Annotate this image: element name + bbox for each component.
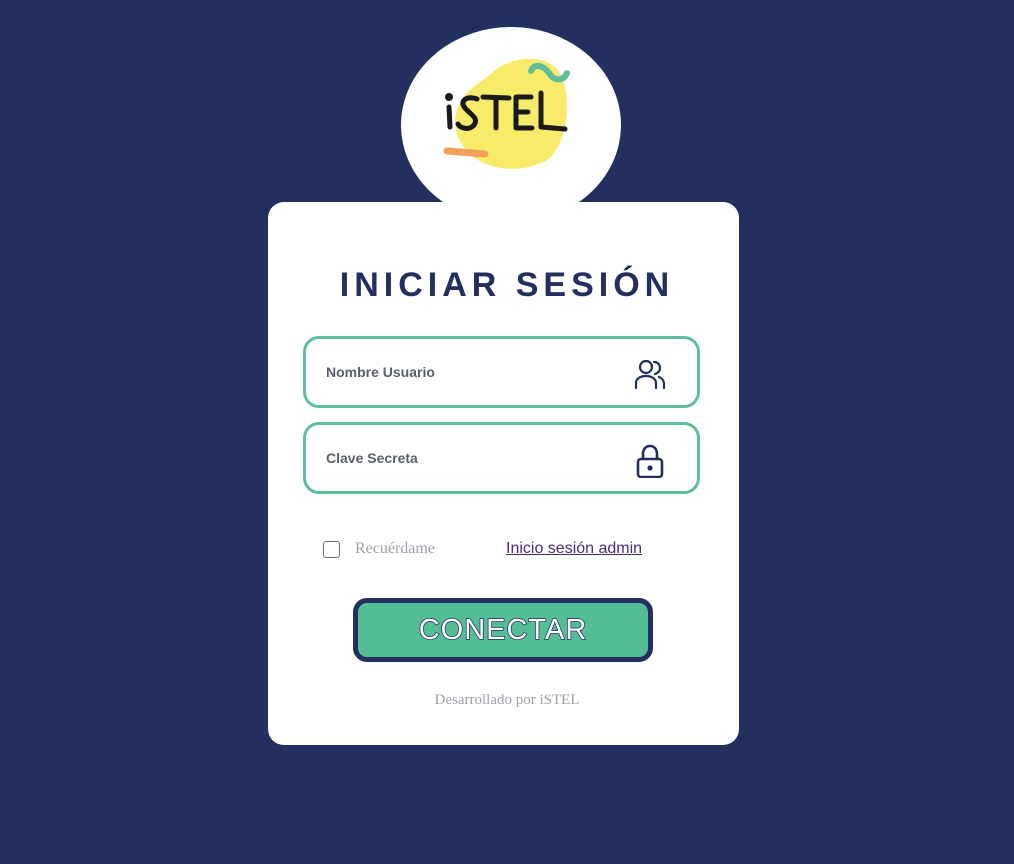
username-input[interactable] bbox=[326, 339, 626, 405]
page-title: INICIAR SESIÓN bbox=[339, 266, 675, 304]
connect-button-label: CONECTAR bbox=[418, 613, 588, 647]
remember-me[interactable]: Recuérdame bbox=[323, 540, 435, 558]
username-field[interactable] bbox=[303, 336, 700, 408]
logo-orange-stroke bbox=[443, 147, 489, 158]
lock-icon bbox=[636, 444, 664, 478]
connect-button[interactable]: CONECTAR bbox=[353, 598, 653, 662]
footer-credit: Desarrollado por iSTEL bbox=[434, 692, 580, 708]
logo-badge bbox=[401, 27, 621, 223]
admin-login-link[interactable]: Inicio sesión admin bbox=[506, 540, 642, 558]
istel-logo bbox=[443, 58, 570, 169]
remember-label[interactable]: Recuérdame bbox=[355, 540, 435, 558]
password-field[interactable] bbox=[303, 422, 700, 494]
password-input[interactable] bbox=[326, 425, 626, 491]
users-icon bbox=[634, 359, 666, 390]
remember-checkbox[interactable] bbox=[323, 540, 340, 558]
